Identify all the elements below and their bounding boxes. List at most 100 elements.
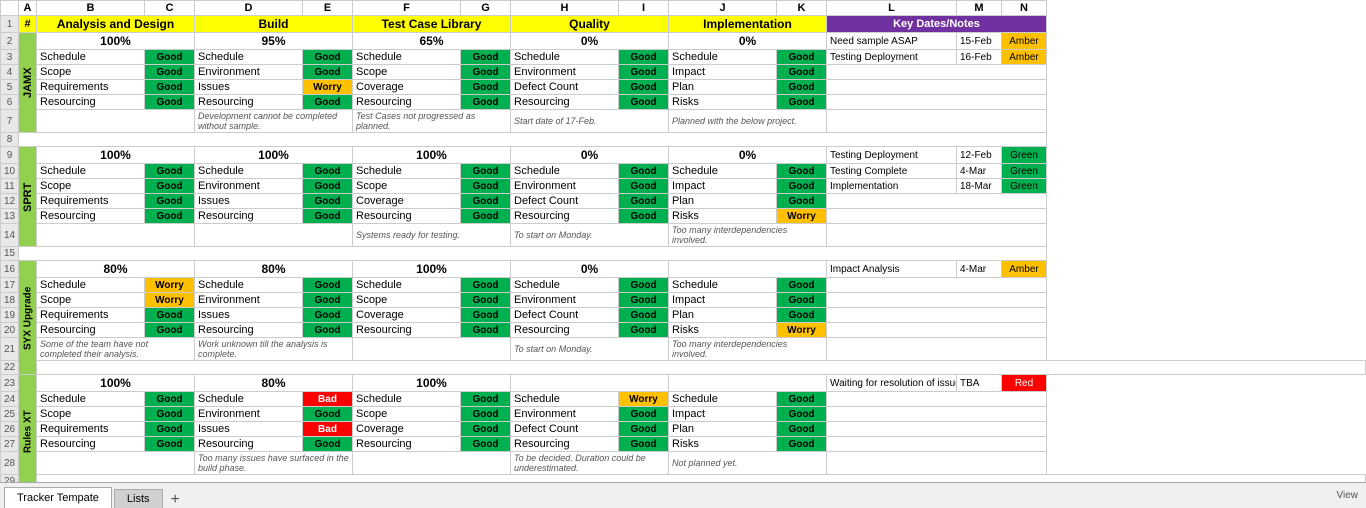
rownum-17: 17 [1,278,19,293]
sprt-quality-env-label: Environment [511,179,619,194]
syx-analysis-scope-status: Worry [145,293,195,308]
rules-analysis-pct: 100% [37,375,195,392]
jamx-build-resourcing-label: Resourcing [195,95,303,110]
rules-impl-plan-label: Plan [669,422,777,437]
sprt-test-schedule-status: Good [461,164,511,179]
rules-analysis-schedule-status: Good [145,392,195,407]
sprt-build-schedule-label: Schedule [195,164,303,179]
sprt-impl-plan-status: Good [777,194,827,209]
jamx-quality-resourcing-label: Resourcing [511,95,619,110]
sprt-quality-defect-status: Good [619,194,669,209]
rules-empty5 [827,452,1047,475]
jamx-label: JAMX [19,33,37,133]
jamx-analysis-req-status: Good [145,80,195,95]
row-16-syx-pct: 16 SYX Upgrade 80% 80% 100% 0% Impact An… [1,261,1366,278]
rownum-15: 15 [1,247,19,261]
sprt-test-pct: 100% [353,147,511,164]
row-6-jamx: 6 Resourcing Good Resourcing Good Resour… [1,95,1366,110]
rules-test-pct: 100% [353,375,511,392]
rules-impl-impact-label: Impact [669,407,777,422]
jamx-build-pct: 95% [195,33,353,50]
syx-quality-defect-status: Good [619,308,669,323]
rules-quality-env-label: Environment [511,407,619,422]
sprt-build-pct: 100% [195,147,353,164]
syx-analysis-req-status: Good [145,308,195,323]
row-9-sprt-pct: 9 SPRT 100% 100% 100% 0% 0% Testing Depl… [1,147,1366,164]
syx-empty3 [827,308,1047,323]
tab-lists[interactable]: Lists [114,489,163,508]
rules-build-schedule-status: Bad [303,392,353,407]
row-14-sprt-notes: 14 Systems ready for testing. To start o… [1,224,1366,247]
col-l-header: L [827,1,957,16]
jamx-quality-schedule-label: Schedule [511,50,619,65]
sep-8 [19,133,1047,147]
rules-test-note [353,452,511,475]
sprt-quality-schedule-label: Schedule [511,164,619,179]
jamx-status2: Amber [1002,50,1047,65]
syx-build-schedule-label: Schedule [195,278,303,293]
jamx-impl-risks-label: Risks [669,95,777,110]
row-8-sep: 8 [1,133,1366,147]
analysis-design-header: Analysis and Design [37,16,195,33]
jamx-impl-risks-status: Good [777,95,827,110]
jamx-empty1 [827,65,1047,80]
jamx-test-resourcing-label: Resourcing [353,95,461,110]
tab-tracker-tempate[interactable]: Tracker Tempate [4,487,112,508]
jamx-test-pct: 65% [353,33,511,50]
rules-test-resourcing-label: Resourcing [353,437,461,452]
sprt-test-coverage-label: Coverage [353,194,461,209]
sprt-key1: Testing Deployment [827,147,957,164]
sheet-info: View [1337,490,1366,501]
sep-22 [37,361,1366,375]
col-header-row: A B C D E F G H I J K L M N [1,1,1366,16]
rules-test-schedule-label: Schedule [353,392,461,407]
rownum-26: 26 [1,422,19,437]
rules-analysis-resourcing-label: Resourcing [37,437,145,452]
syx-empty2 [827,293,1047,308]
rules-impl-schedule-status: Good [777,392,827,407]
sprt-impl-impact-status: Good [777,179,827,194]
rules-quality-schedule-label: Schedule [511,392,619,407]
syx-empty5 [827,338,1047,361]
sprt-analysis-pct: 100% [37,147,195,164]
jamx-quality-env-status: Good [619,65,669,80]
rules-analysis-resourcing-status: Good [145,437,195,452]
rules-label: Rules XT [19,375,37,489]
rownum-20: 20 [1,323,19,338]
row-2-jamx-pct: 2 JAMX 100% 95% 65% 0% 0% Need sample AS… [1,33,1366,50]
syx-test-note [353,338,511,361]
sprt-analysis-req-status: Good [145,194,195,209]
jamx-empty4 [827,110,1047,133]
jamx-quality-env-label: Environment [511,65,619,80]
rownum-28: 28 [1,452,19,475]
syx-analysis-schedule-label: Schedule [37,278,145,293]
syx-impl-schedule-status: Good [777,278,827,293]
syx-build-env-label: Environment [195,293,303,308]
rules-quality-defect-label: Defect Count [511,422,619,437]
tab-add-button[interactable]: + [165,491,186,508]
sprt-build-issues-label: Issues [195,194,303,209]
corner-cell [1,1,19,16]
rownum-10: 10 [1,164,19,179]
rules-empty1 [827,392,1047,407]
syx-impl-plan-status: Good [777,308,827,323]
syx-test-scope-status: Good [461,293,511,308]
row-17-syx: 17 Schedule Worry Schedule Good Schedule… [1,278,1366,293]
jamx-analysis-pct: 100% [37,33,195,50]
rules-empty2 [827,407,1047,422]
jamx-analysis-resourcing-label: Resourcing [37,95,145,110]
sprt-build-resourcing-label: Resourcing [195,209,303,224]
col-d-header: D [195,1,303,16]
sprt-analysis-note [37,224,195,247]
rules-build-schedule-label: Schedule [195,392,303,407]
rules-build-env-label: Environment [195,407,303,422]
rules-quality-resourcing-label: Resourcing [511,437,619,452]
jamx-test-schedule-status: Good [461,50,511,65]
row-4-jamx: 4 Scope Good Environment Good Scope Good… [1,65,1366,80]
syx-analysis-resourcing-status: Good [145,323,195,338]
sprt-analysis-req-label: Requirements [37,194,145,209]
col-k-header: K [777,1,827,16]
rownum-2: 2 [1,33,19,50]
sprt-quality-resourcing-status: Good [619,209,669,224]
syx-build-resourcing-status: Good [303,323,353,338]
